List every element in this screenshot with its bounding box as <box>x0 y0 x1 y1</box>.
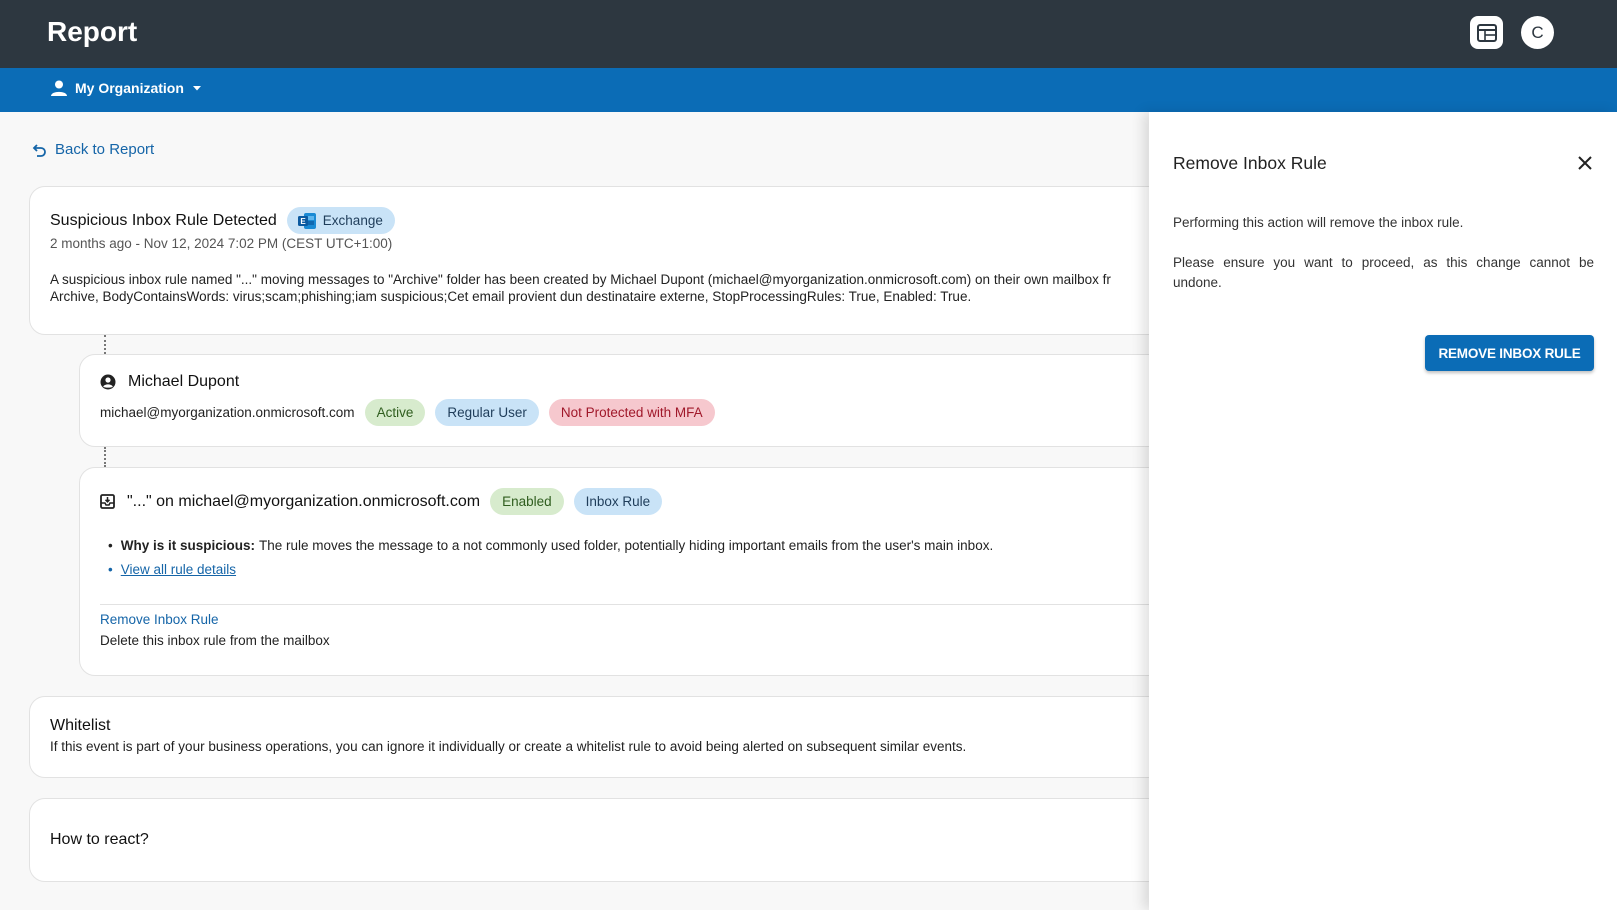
remove-rule-action[interactable]: Remove Inbox Rule <box>100 612 219 627</box>
user-card: Michael Dupont michael@myorganization.on… <box>79 354 1229 447</box>
alert-title: Suspicious Inbox Rule Detected <box>50 211 277 229</box>
alert-card: Suspicious Inbox Rule Detected E Exchang… <box>29 186 1229 335</box>
rule-details-item: • View all rule details <box>108 562 237 577</box>
organization-switcher[interactable]: My Organization <box>50 79 203 97</box>
panel-text-2: Please ensure you want to proceed, as th… <box>1173 255 1594 290</box>
how-to-react-title: How to react? <box>50 831 149 848</box>
exchange-badge: E Exchange <box>286 207 395 234</box>
alert-timestamp: 2 months ago - Nov 12, 2024 7:02 PM (CES… <box>50 236 393 251</box>
alert-description-line-2: Archive, BodyContainsWords: virus;scam;p… <box>50 289 972 304</box>
mfa-badge: Not Protected with MFA <box>548 399 715 426</box>
undo-arrow-icon <box>32 143 46 157</box>
user-email: michael@myorganization.onmicrosoft.com <box>100 405 355 420</box>
calendar-table-icon <box>1476 23 1497 42</box>
exchange-icon: E <box>297 212 316 229</box>
inbox-icon <box>100 494 115 509</box>
remove-rule-description: Delete this inbox rule from the mailbox <box>100 633 330 648</box>
why-suspicious-text: The rule moves the message to a not comm… <box>259 538 994 553</box>
role-badge: Regular User <box>435 399 539 426</box>
whitelist-text: If this event is part of your business o… <box>50 739 967 754</box>
person-icon <box>51 80 67 96</box>
panel-title: Remove Inbox Rule <box>1173 153 1327 173</box>
rule-title: "..." on michael@myorganization.onmicros… <box>127 492 481 510</box>
enabled-badge: Enabled <box>490 488 564 515</box>
user-avatar[interactable]: C <box>1521 16 1554 49</box>
why-suspicious-label: Why is it suspicious: <box>120 538 256 553</box>
user-name: Michael Dupont <box>128 373 240 390</box>
alert-description-line-1: A suspicious inbox rule named "..." movi… <box>50 272 1111 287</box>
organization-bar: My Organization <box>0 68 1617 112</box>
back-to-report-link[interactable]: Back to Report <box>31 141 154 158</box>
account-circle-icon <box>100 374 116 390</box>
caret-down-icon <box>192 86 201 91</box>
how-to-react-card[interactable]: How to react? <box>29 798 1229 882</box>
timeline-connector <box>104 447 106 467</box>
svg-text:E: E <box>300 217 306 226</box>
back-link-label: Back to Report <box>55 141 155 158</box>
whitelist-card: Whitelist If this event is part of your … <box>29 696 1229 778</box>
why-suspicious-item: • Why is it suspicious: The rule moves t… <box>108 538 994 553</box>
organization-name: My Organization <box>75 80 184 96</box>
calendar-table-button[interactable] <box>1470 16 1503 49</box>
close-button[interactable] <box>1576 154 1594 172</box>
panel-text-1: Performing this action will remove the i… <box>1173 215 1464 230</box>
remove-inbox-rule-panel: Remove Inbox Rule Performing this action… <box>1149 112 1617 910</box>
app-title: Report <box>47 16 138 47</box>
status-badge-active: Active <box>364 399 426 426</box>
divider <box>100 604 1228 605</box>
rule-type-badge: Inbox Rule <box>573 488 663 515</box>
inbox-rule-card: "..." on michael@myorganization.onmicros… <box>79 467 1229 676</box>
close-icon <box>1578 156 1592 170</box>
remove-inbox-rule-button[interactable]: REMOVE INBOX RULE <box>1425 335 1594 371</box>
timeline-connector <box>104 335 106 354</box>
whitelist-title: Whitelist <box>50 717 111 734</box>
exchange-badge-label: Exchange <box>322 213 383 228</box>
top-bar: Report C <box>0 0 1617 68</box>
view-rule-details-link[interactable]: View all rule details <box>121 562 236 577</box>
